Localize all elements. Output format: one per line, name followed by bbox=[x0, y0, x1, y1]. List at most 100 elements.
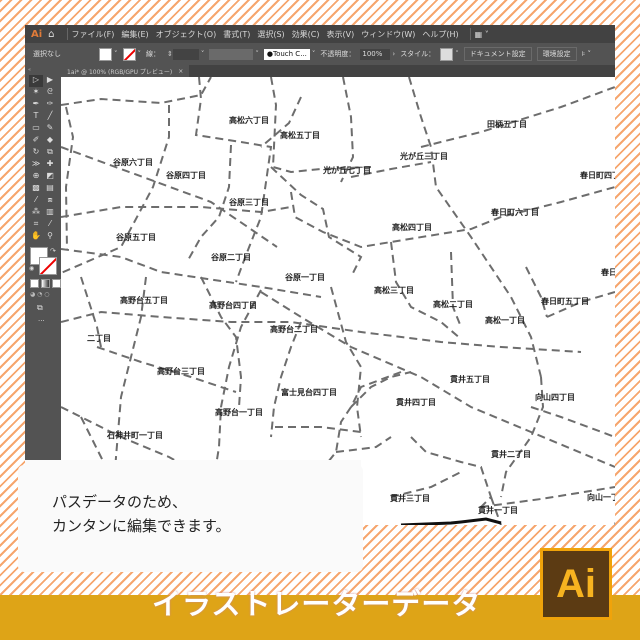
more-tools-icon[interactable]: ··· bbox=[38, 317, 45, 325]
rotate-tool-icon[interactable]: ↻ bbox=[29, 147, 43, 159]
menu-select[interactable]: 選択(S) bbox=[257, 29, 284, 40]
menu-edit[interactable]: 編集(E) bbox=[121, 29, 148, 40]
draw-mode-icons[interactable]: ◕ ◔ ○ bbox=[30, 291, 50, 298]
district-label: 田柄五丁目 bbox=[487, 120, 527, 129]
district-label: 谷原二丁目 bbox=[211, 253, 251, 262]
district-label: 高野台四丁目 bbox=[209, 301, 257, 310]
paintbrush-tool-icon[interactable]: ✎ bbox=[43, 123, 57, 135]
boundary-line bbox=[270, 166, 363, 278]
boundary-line bbox=[61, 105, 170, 274]
direct-selection-tool-icon[interactable]: ▶ bbox=[43, 75, 57, 87]
variable-width-field[interactable]: ˅ bbox=[209, 48, 259, 60]
menu-bar: Ai ⌂ ファイル(F) 編集(E) オブジェクト(O) 書式(T) 選択(S)… bbox=[25, 25, 615, 43]
callout-line-2: カンタンに編集できます。 bbox=[52, 517, 231, 535]
close-tab-icon[interactable]: × bbox=[178, 68, 183, 75]
opacity-value[interactable]: 100% bbox=[360, 48, 391, 60]
callout-box: パスデータのため、 カンタンに編集できます。 bbox=[18, 465, 363, 572]
type-tool-icon[interactable]: T bbox=[29, 111, 43, 123]
perspective-grid-tool-icon[interactable]: ◩ bbox=[43, 171, 57, 183]
shape-builder-tool-icon[interactable]: ⊕ bbox=[29, 171, 43, 183]
callout-text: パスデータのため、 カンタンに編集できます。 bbox=[52, 490, 231, 538]
symbol-sprayer-tool-icon[interactable]: ⁂ bbox=[29, 207, 43, 219]
brush-select[interactable]: ● Touch C... ˅ bbox=[263, 48, 315, 60]
district-label: 春日町五丁目 bbox=[541, 297, 589, 306]
gradient-tool-icon[interactable]: ▤ bbox=[43, 183, 57, 195]
district-label: 谷原一丁目 bbox=[285, 273, 325, 282]
menu-window[interactable]: ウィンドウ(W) bbox=[361, 29, 415, 40]
puppet-warp-tool-icon[interactable]: ✚ bbox=[43, 159, 57, 171]
boundary-line bbox=[525, 266, 548, 318]
district-label: 高松五丁目 bbox=[280, 131, 320, 140]
menu-object[interactable]: オブジェクト(O) bbox=[156, 29, 217, 40]
width-tool-icon[interactable]: ≫ bbox=[29, 159, 43, 171]
menu-view[interactable]: 表示(V) bbox=[327, 29, 355, 40]
district-label: 高松四丁目 bbox=[392, 223, 432, 232]
divider bbox=[66, 28, 68, 40]
district-label: 春日町四丁目 bbox=[580, 171, 615, 180]
district-label: 谷原三丁目 bbox=[229, 198, 269, 207]
align-menu-icon[interactable]: ⊧ ˅ bbox=[582, 50, 591, 58]
color-mode-icon[interactable] bbox=[30, 279, 39, 288]
eyedropper-tool-icon[interactable]: ⁄ bbox=[29, 195, 43, 207]
magic-wand-tool-icon[interactable]: ✶ bbox=[29, 87, 43, 99]
document-setup-button[interactable]: ドキュメント設定 bbox=[463, 47, 532, 61]
line-tool-icon[interactable]: ╱ bbox=[43, 111, 57, 123]
zoom-tool-icon[interactable]: ⚲ bbox=[43, 231, 57, 243]
boundary-line bbox=[61, 206, 292, 218]
preferences-button[interactable]: 環境設定 bbox=[536, 47, 577, 61]
district-label: 高松三丁目 bbox=[374, 286, 414, 295]
eraser-tool-icon[interactable]: ◆ bbox=[43, 135, 57, 147]
swap-colors-icon[interactable]: ↷ bbox=[50, 247, 56, 255]
district-label: 谷原五丁目 bbox=[116, 233, 156, 242]
slice-tool-icon[interactable]: ⁄ bbox=[43, 219, 57, 231]
shaper-tool-icon[interactable]: ✐ bbox=[29, 135, 43, 147]
curvature-tool-icon[interactable]: ✑ bbox=[43, 99, 57, 111]
boundary-line bbox=[270, 321, 302, 438]
pen-tool-icon[interactable]: ✒ bbox=[29, 99, 43, 111]
district-label: 中村北 bbox=[614, 520, 615, 525]
gradient-mode-icon[interactable] bbox=[41, 279, 50, 288]
fill-swatch[interactable]: ˅ bbox=[99, 47, 118, 61]
district-label: 高松一丁目 bbox=[485, 316, 525, 325]
menu-type[interactable]: 書式(T) bbox=[223, 29, 250, 40]
menu-help[interactable]: ヘルプ(H) bbox=[422, 29, 458, 40]
workspace-switcher-icon[interactable]: ▦ ˅ bbox=[475, 30, 489, 39]
district-label: 向山一丁目 bbox=[587, 493, 615, 502]
boundary-line bbox=[186, 144, 232, 263]
artboard-canvas[interactable]: 高松六丁目 高松五丁目 田柄五丁目 谷原六丁目 光が丘七丁目 光が丘三丁目 谷原四丁目 春日町… bbox=[61, 77, 615, 525]
stroke-swatch[interactable]: ˅ bbox=[122, 47, 141, 61]
menu-effect[interactable]: 効果(C) bbox=[292, 29, 320, 40]
screen-mode-icon[interactable]: ⧉ bbox=[37, 303, 43, 313]
default-colors-icon[interactable]: ◉ bbox=[29, 265, 34, 272]
none-mode-icon[interactable] bbox=[52, 279, 61, 288]
color-mode-row bbox=[30, 279, 61, 288]
column-graph-tool-icon[interactable]: ▥ bbox=[43, 207, 57, 219]
district-label: 光が丘七丁目 bbox=[323, 166, 371, 175]
ai-logo-text: Ai bbox=[543, 551, 609, 617]
style-swatch[interactable]: ˅ bbox=[440, 47, 459, 61]
rectangle-tool-icon[interactable]: ▭ bbox=[29, 123, 43, 135]
scale-tool-icon[interactable]: ⧉ bbox=[43, 147, 57, 159]
mesh-tool-icon[interactable]: ▩ bbox=[29, 183, 43, 195]
panel-collapse-icon[interactable]: « bbox=[28, 67, 31, 73]
stroke-weight-field[interactable]: ⇕ ˅ bbox=[165, 48, 204, 60]
district-label: 貫井三丁目 bbox=[390, 494, 430, 503]
blend-tool-icon[interactable]: ⧈ bbox=[43, 195, 57, 207]
divider bbox=[469, 28, 471, 40]
document-tab[interactable]: 1ai* @ 100% (RGB/GPU プレビュー) × bbox=[61, 65, 190, 77]
district-label: 富士見台四丁目 bbox=[281, 388, 337, 397]
district-label: 高野台五丁目 bbox=[120, 296, 168, 305]
lasso-tool-icon[interactable]: ᘓ bbox=[43, 87, 57, 99]
district-label: 光が丘三丁目 bbox=[400, 152, 448, 161]
panel-bottom-block bbox=[25, 440, 61, 460]
stroke-color-box[interactable] bbox=[39, 257, 57, 275]
menu-file[interactable]: ファイル(F) bbox=[72, 29, 115, 40]
opacity-field[interactable]: 100% › bbox=[360, 48, 395, 60]
hand-tool-icon[interactable]: ✋ bbox=[29, 231, 43, 243]
illustrator-badge: Ai bbox=[540, 548, 612, 620]
district-label: 向山四丁目 bbox=[535, 393, 575, 402]
home-icon[interactable]: ⌂ bbox=[48, 29, 54, 40]
artboard-tool-icon[interactable]: ⌗ bbox=[29, 219, 43, 231]
selection-status: 選択なし bbox=[33, 50, 61, 58]
selection-tool-icon[interactable]: ▷ bbox=[29, 75, 43, 87]
